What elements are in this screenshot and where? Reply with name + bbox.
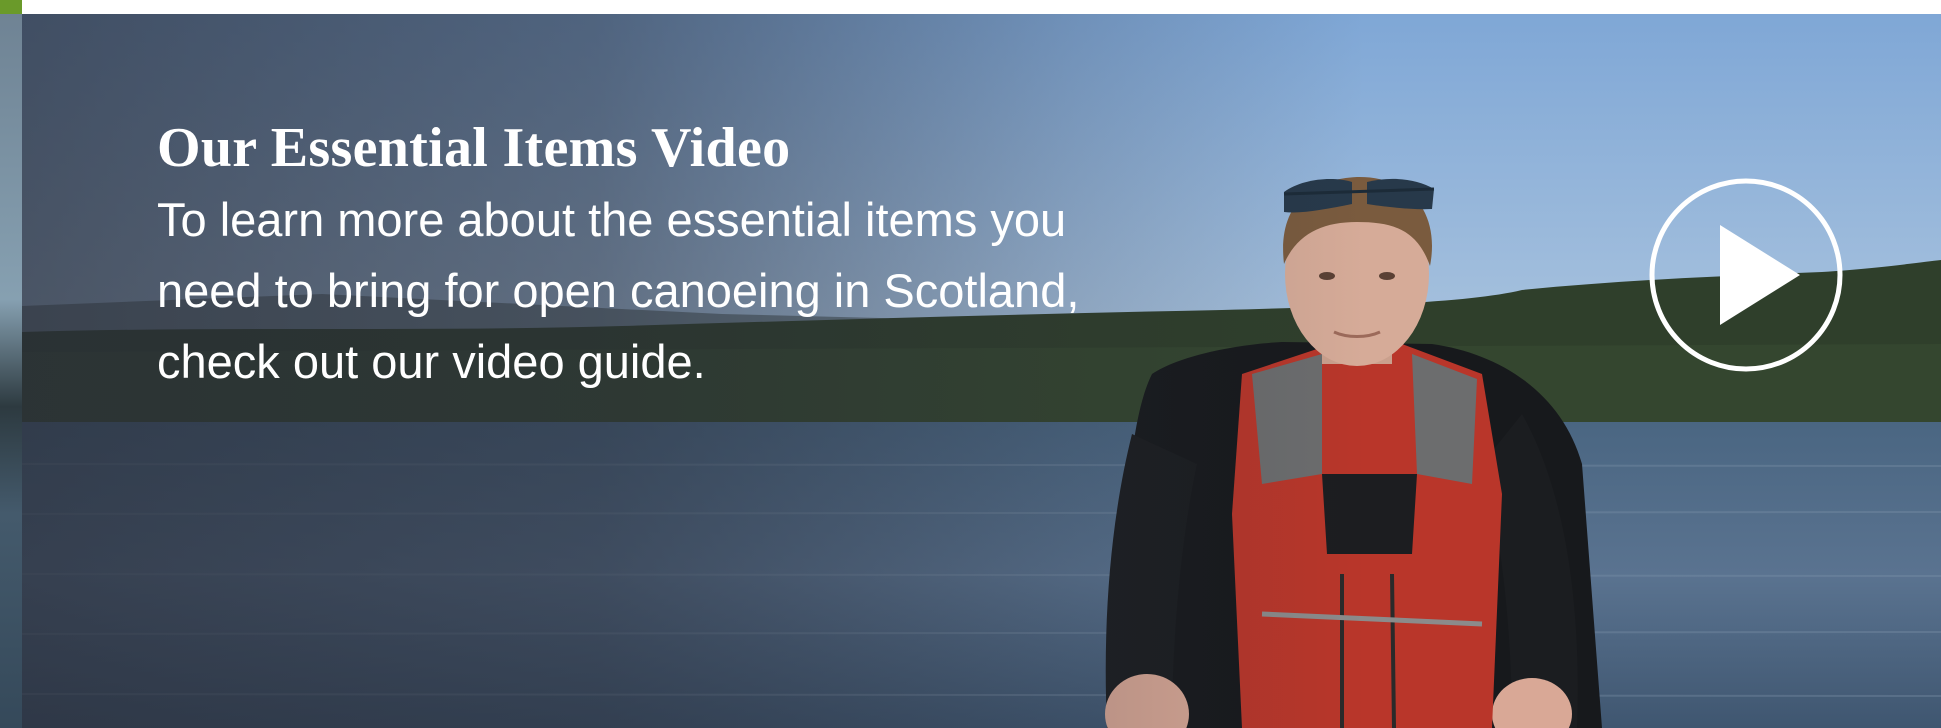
video-poster[interactable]: Our Essential Items Video To learn more … bbox=[22, 14, 1941, 728]
top-strip bbox=[0, 0, 1941, 14]
video-description: To learn more about the essential items … bbox=[157, 193, 1080, 388]
accent-corner bbox=[0, 0, 22, 14]
video-caption: Our Essential Items Video To learn more … bbox=[157, 116, 1137, 397]
video-title: Our Essential Items Video bbox=[157, 117, 791, 179]
previous-slide-edge bbox=[0, 14, 22, 728]
play-button[interactable] bbox=[1648, 177, 1844, 373]
play-circle-icon bbox=[1649, 178, 1843, 372]
